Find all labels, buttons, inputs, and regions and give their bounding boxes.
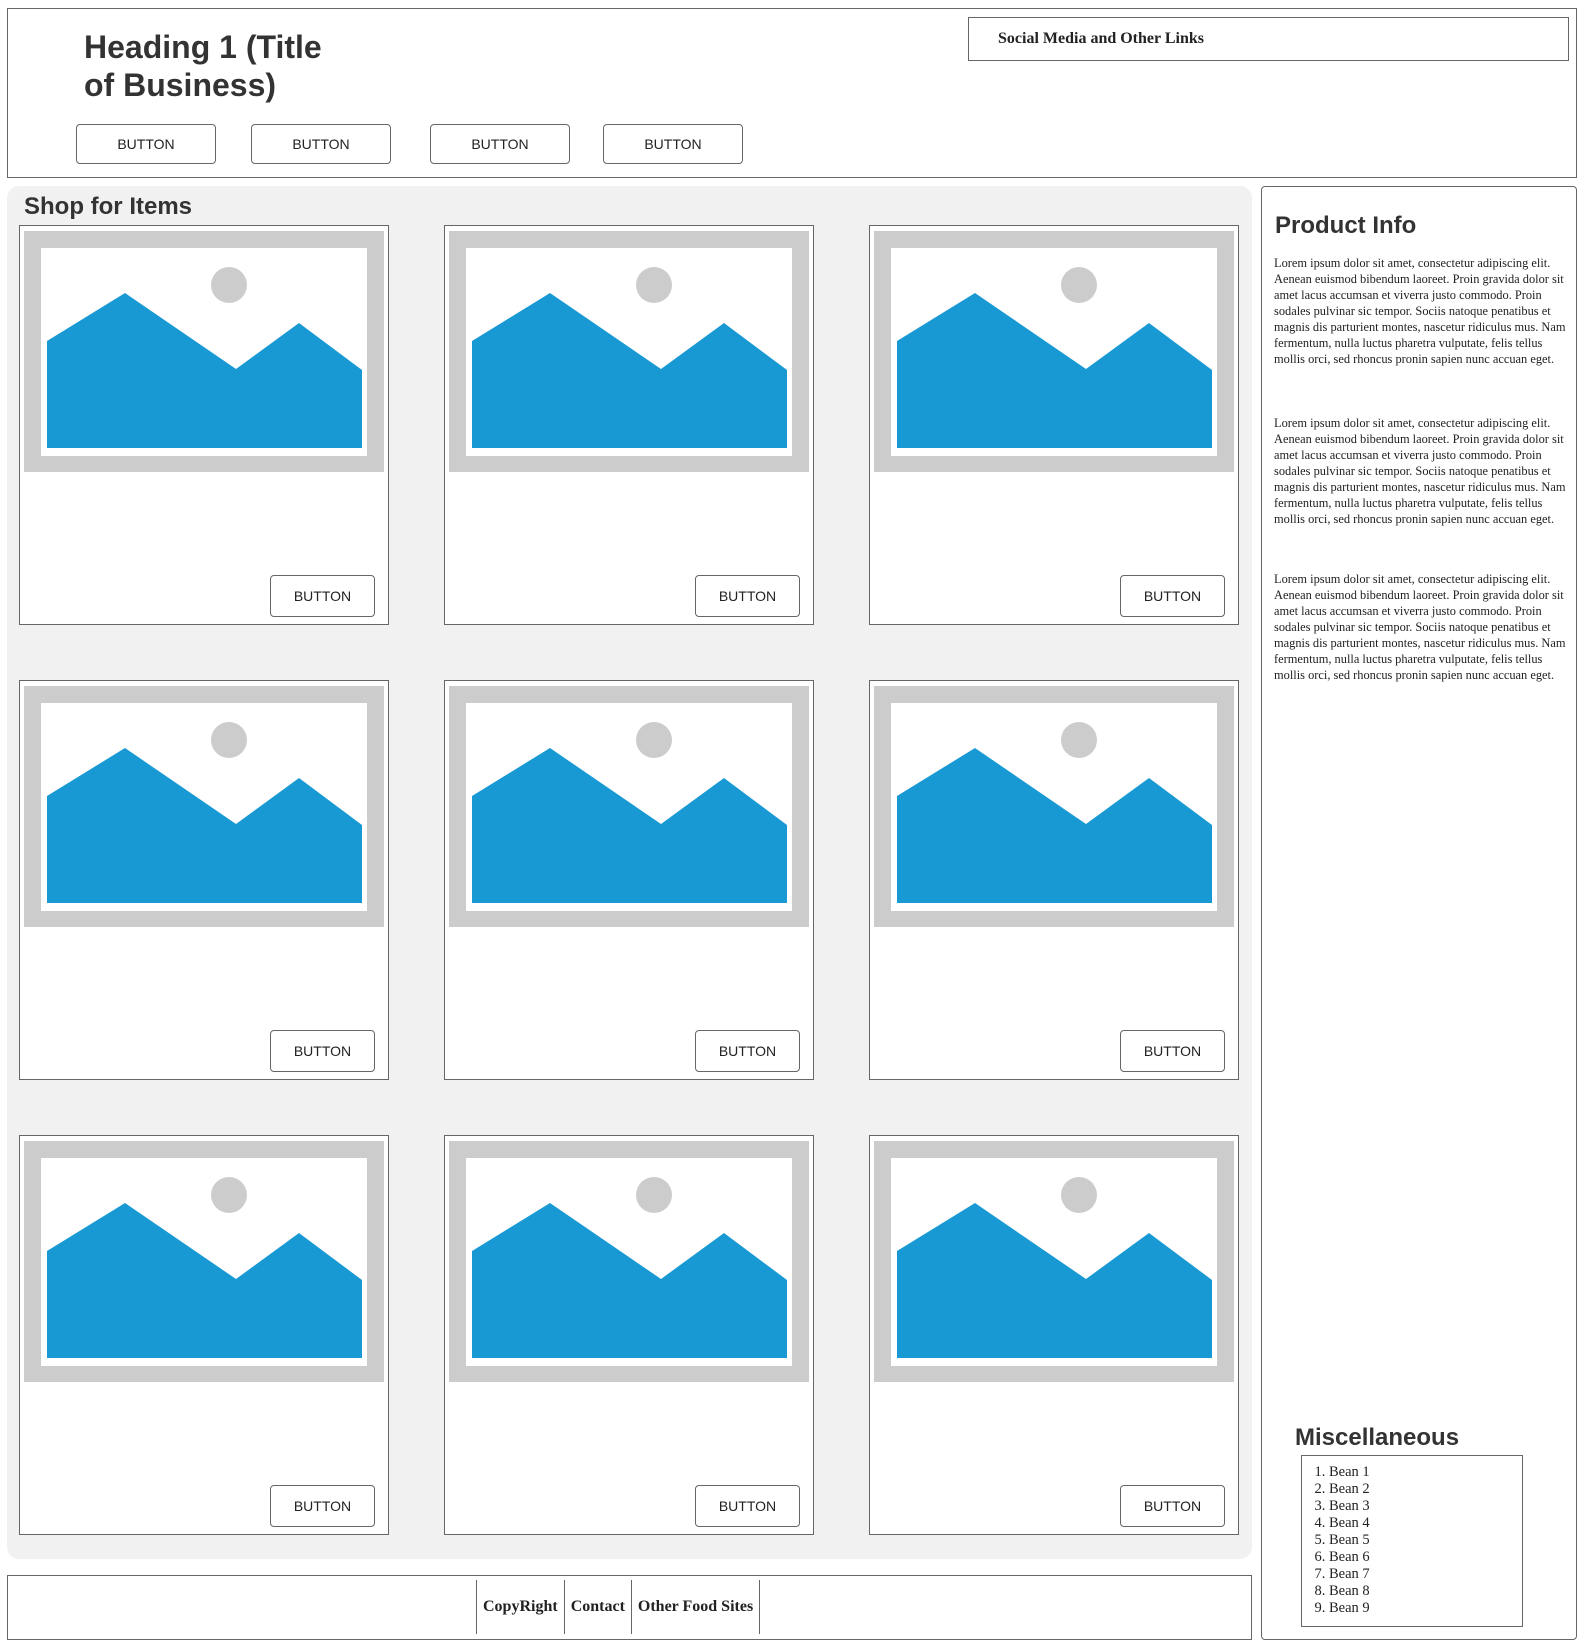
landscape-image-icon (897, 1177, 1212, 1358)
mountain-icon (897, 748, 1212, 903)
image-placeholder (874, 686, 1234, 927)
image-placeholder-canvas (466, 248, 792, 456)
footer-link-other-food-sites[interactable]: Other Food Sites (630, 1580, 759, 1634)
product-info-paragraph: Lorem ipsum dolor sit amet, consectetur … (1274, 256, 1566, 366)
nav-button-4[interactable]: BUTTON (603, 124, 743, 164)
product-card-button[interactable]: BUTTON (1120, 1485, 1225, 1527)
nav-button-2[interactable]: BUTTON (251, 124, 391, 164)
product-card-button[interactable]: BUTTON (1120, 1030, 1225, 1072)
miscellaneous-title: Miscellaneous (1295, 1424, 1460, 1451)
footer-divider (759, 1580, 761, 1634)
image-placeholder (24, 1141, 384, 1382)
product-card-button[interactable]: BUTTON (270, 1485, 375, 1527)
image-placeholder-canvas (41, 248, 367, 456)
image-placeholder-canvas (41, 703, 367, 911)
product-card: BUTTON (444, 1135, 814, 1535)
landscape-image-icon (47, 722, 362, 903)
image-placeholder-canvas (891, 248, 1217, 456)
product-info-title: Product Info (1275, 212, 1417, 239)
mountain-icon (472, 748, 787, 903)
list-item: Bean 6 (1329, 1549, 1522, 1566)
list-item: Bean 2 (1329, 1481, 1522, 1498)
product-card-button[interactable]: BUTTON (1120, 575, 1225, 617)
product-card-button[interactable]: BUTTON (695, 1485, 800, 1527)
sun-icon (636, 267, 672, 303)
list-item: Bean 4 (1329, 1515, 1522, 1532)
image-placeholder (449, 231, 809, 472)
list-item: Bean 5 (1329, 1532, 1522, 1549)
sun-icon (211, 722, 247, 758)
list-item: Bean 9 (1329, 1600, 1522, 1617)
mountain-icon (47, 1203, 362, 1358)
product-card: BUTTON (444, 225, 814, 625)
product-info-paragraph: Lorem ipsum dolor sit amet, consectetur … (1274, 416, 1566, 526)
image-placeholder-canvas (891, 703, 1217, 911)
list-item: Bean 1 (1329, 1464, 1522, 1481)
mountain-icon (472, 1203, 787, 1358)
bean-list: Bean 1 Bean 2 Bean 3 Bean 4 Bean 5 Bean … (1302, 1456, 1522, 1617)
footer-links: CopyRight Contact Other Food Sites (476, 1580, 761, 1634)
mountain-icon (47, 748, 362, 903)
landscape-image-icon (47, 1177, 362, 1358)
mountain-icon (47, 293, 362, 448)
sun-icon (211, 267, 247, 303)
image-placeholder (874, 1141, 1234, 1382)
product-card: BUTTON (444, 680, 814, 1080)
business-title: Heading 1 (Title of Business) (84, 29, 322, 103)
sun-icon (636, 1177, 672, 1213)
product-card: BUTTON (19, 1135, 389, 1535)
social-links-label: Social Media and Other Links (998, 30, 1204, 47)
list-item: Bean 8 (1329, 1583, 1522, 1600)
sun-icon (1061, 722, 1097, 758)
footer-link-contact[interactable]: Contact (563, 1580, 631, 1634)
product-card-button[interactable]: BUTTON (695, 575, 800, 617)
image-placeholder (449, 686, 809, 927)
product-card: BUTTON (869, 1135, 1239, 1535)
sun-icon (211, 1177, 247, 1213)
sun-icon (1061, 1177, 1097, 1213)
product-card-button[interactable]: BUTTON (270, 575, 375, 617)
image-placeholder-canvas (466, 703, 792, 911)
image-placeholder (24, 686, 384, 927)
landscape-image-icon (472, 267, 787, 448)
sun-icon (1061, 267, 1097, 303)
landscape-image-icon (897, 267, 1212, 448)
product-info-sidebar (1261, 186, 1577, 1640)
landscape-image-icon (472, 1177, 787, 1358)
mountain-icon (897, 1203, 1212, 1358)
image-placeholder (24, 231, 384, 472)
product-info-paragraph: Lorem ipsum dolor sit amet, consectetur … (1274, 572, 1566, 682)
product-card: BUTTON (869, 225, 1239, 625)
product-card-button[interactable]: BUTTON (695, 1030, 800, 1072)
image-placeholder-canvas (891, 1158, 1217, 1366)
product-card: BUTTON (19, 225, 389, 625)
product-card-button[interactable]: BUTTON (270, 1030, 375, 1072)
image-placeholder-canvas (41, 1158, 367, 1366)
shop-title: Shop for Items (24, 193, 193, 220)
landscape-image-icon (472, 722, 787, 903)
product-card: BUTTON (19, 680, 389, 1080)
image-placeholder (449, 1141, 809, 1382)
sun-icon (636, 722, 672, 758)
product-card: BUTTON (869, 680, 1239, 1080)
miscellaneous-list-box: Bean 1 Bean 2 Bean 3 Bean 4 Bean 5 Bean … (1301, 1455, 1523, 1627)
mountain-icon (897, 293, 1212, 448)
landscape-image-icon (47, 267, 362, 448)
list-item: Bean 7 (1329, 1566, 1522, 1583)
nav-button-3[interactable]: BUTTON (430, 124, 570, 164)
mountain-icon (472, 293, 787, 448)
image-placeholder-canvas (466, 1158, 792, 1366)
image-placeholder (874, 231, 1234, 472)
footer-link-copyright[interactable]: CopyRight (476, 1580, 564, 1634)
nav-button-1[interactable]: BUTTON (76, 124, 216, 164)
landscape-image-icon (897, 722, 1212, 903)
list-item: Bean 3 (1329, 1498, 1522, 1515)
